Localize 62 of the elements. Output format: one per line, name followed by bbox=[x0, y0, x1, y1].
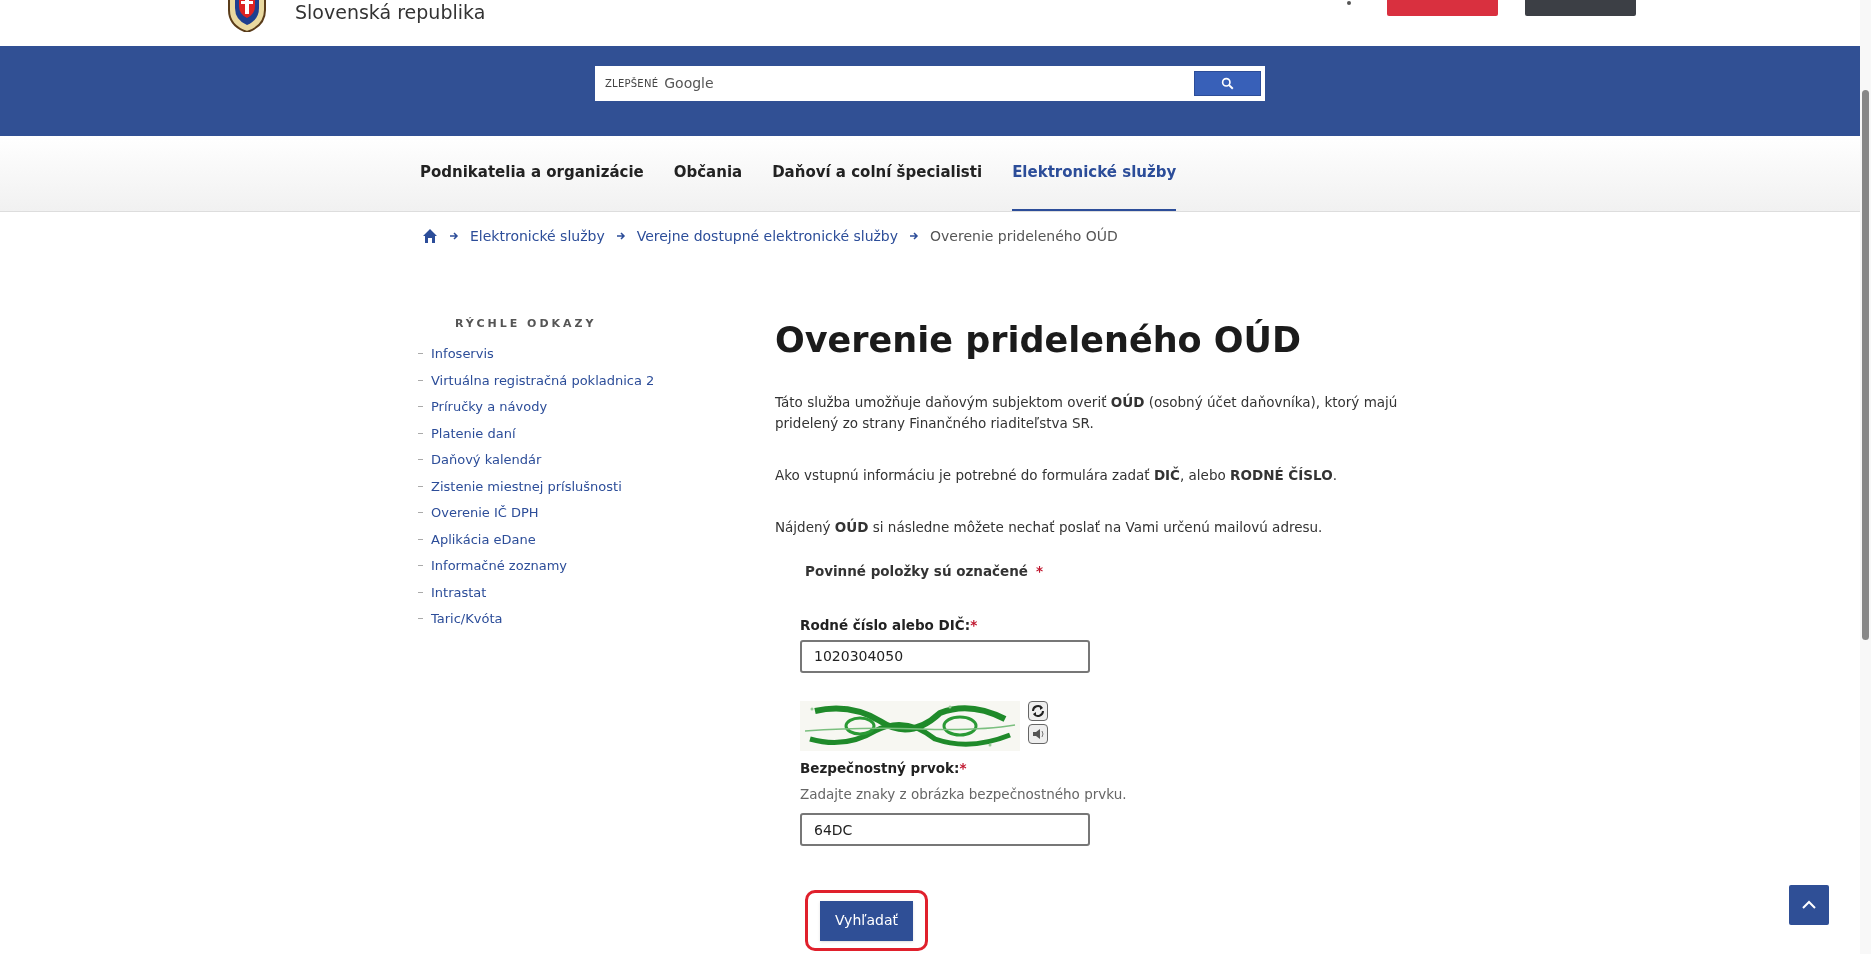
sidebar-link[interactable]: Platenie daní bbox=[431, 423, 516, 443]
bullet-dash bbox=[418, 432, 423, 434]
paragraph: Ako vstupnú informáciu je potrebné do formulára zadať DIČ, alebo RODNÉ ČÍSLO. bbox=[775, 465, 1338, 485]
main-nav-tab[interactable]: Podnikatelia a organizácie bbox=[420, 136, 644, 211]
sidebar-link[interactable]: Daňový kalendár bbox=[431, 450, 542, 470]
paragraph: Táto služba umožňuje daňovým subjektom overiť OÚD (osobný účet daňovníka), ktorý majú pridelený zo strany Finančného riaditeľstva SR. bbox=[775, 392, 1399, 433]
scrollbar-thumb[interactable] bbox=[1862, 90, 1869, 640]
dropdown-icon bbox=[1345, 0, 1353, 8]
arrow-icon bbox=[449, 231, 459, 241]
required-asterisk: * bbox=[959, 758, 967, 778]
bullet-dash bbox=[418, 618, 423, 620]
home-icon bbox=[422, 228, 438, 244]
field-label: Bezpečnostný prvok: bbox=[800, 758, 960, 778]
main-nav-tab[interactable]: Daňoví a colní špecialisti bbox=[772, 136, 983, 211]
search-brand-label: ZLEPŠENÉ bbox=[605, 76, 659, 91]
bullet-dash bbox=[418, 406, 423, 408]
field-hint: Zadajte znaky z obrázka bezpečnostného prvku. bbox=[799, 784, 1128, 804]
search-button[interactable] bbox=[1194, 71, 1261, 96]
sidebar-link[interactable]: Taric/Kvóta bbox=[431, 609, 503, 629]
bullet-dash bbox=[418, 512, 423, 514]
search-submit-button[interactable]: Vyhľadať bbox=[820, 900, 913, 941]
captcha-field[interactable]: 64DC bbox=[800, 813, 1090, 846]
breadcrumb-current: Overenie prideleného OÚD bbox=[930, 226, 1118, 246]
bullet-dash bbox=[418, 353, 423, 355]
arrow-icon bbox=[615, 231, 626, 241]
refresh-icon bbox=[1031, 703, 1045, 718]
id-number-field[interactable]: 1020304050 bbox=[800, 639, 1090, 673]
speaker-icon bbox=[1031, 726, 1045, 741]
sidebar-link[interactable]: Zistenie miestnej príslušnosti bbox=[431, 476, 622, 496]
search-icon bbox=[1221, 77, 1234, 90]
sidebar-title: RÝCHLE ODKAZY bbox=[454, 316, 598, 332]
breadcrumb-link[interactable]: Elektronické služby bbox=[470, 225, 605, 247]
search-field[interactable]: ZLEPŠENÉ Google bbox=[595, 66, 1265, 101]
field-label: Rodné číslo alebo DIČ: bbox=[800, 615, 971, 636]
bullet-dash bbox=[418, 591, 423, 593]
required-asterisk: * bbox=[970, 617, 978, 636]
refresh-button[interactable] bbox=[1028, 700, 1048, 721]
required-asterisk: * bbox=[1036, 562, 1044, 581]
paragraph: Nájdený OÚD si následne môžete nechať poslať na Vami určenú mailovú adresu. bbox=[775, 517, 1324, 537]
sidebar-link[interactable]: Intrastat bbox=[431, 582, 487, 602]
sidebar-link[interactable]: Virtuálna registračná pokladnica 2 bbox=[431, 370, 655, 390]
scrollbar[interactable] bbox=[1860, 0, 1871, 954]
sidebar-link[interactable]: Informačné zoznamy bbox=[431, 556, 568, 576]
page-title: Overenie prideleného OÚD bbox=[775, 318, 1302, 362]
sidebar-link[interactable]: Príručky a návody bbox=[431, 397, 548, 417]
required-note: Povinné položky sú označené bbox=[805, 562, 1028, 581]
sidebar-link[interactable]: Aplikácia eDane bbox=[431, 529, 536, 549]
sidebar-link[interactable]: Infoservis bbox=[431, 344, 494, 364]
bullet-dash bbox=[418, 485, 423, 487]
bullet-dash bbox=[418, 459, 423, 461]
main-nav-tab[interactable]: Občania bbox=[673, 136, 743, 211]
search-placeholder: Google bbox=[664, 74, 715, 93]
arrow-icon bbox=[909, 231, 920, 241]
bullet-dash bbox=[418, 565, 423, 567]
breadcrumb-link[interactable]: Verejne dostupné elektronické služby bbox=[636, 225, 899, 247]
bullet-dash bbox=[418, 379, 423, 381]
back-to-top-button[interactable] bbox=[1789, 885, 1829, 925]
site-name: Slovenská republika bbox=[295, 0, 486, 25]
bullet-dash bbox=[418, 538, 423, 540]
sidebar-link[interactable]: Overenie IČ DPH bbox=[431, 503, 539, 523]
main-nav-tab[interactable]: Elektronické služby bbox=[1012, 136, 1177, 211]
audio-button[interactable] bbox=[1028, 723, 1048, 744]
